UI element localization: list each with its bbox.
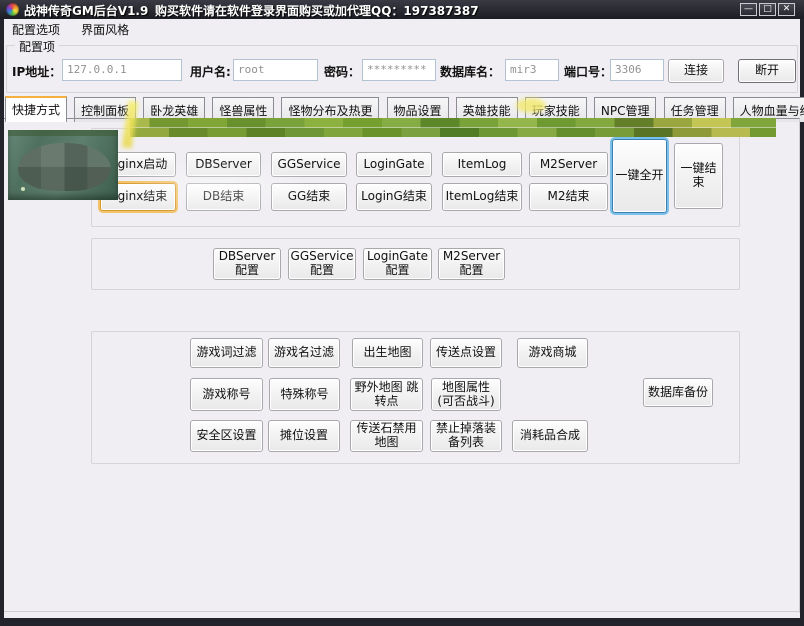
tab-bar: 快捷方式 控制面板 卧龙英雄 怪兽属性 怪物分布及热更 物品设置 英雄技能 玩家…	[5, 96, 804, 118]
m2server-start-button[interactable]: M2Server	[529, 152, 608, 177]
word-filter-button[interactable]: 游戏词过滤	[190, 338, 263, 368]
watermark-smudge	[516, 98, 546, 113]
client-area: 配置选项 界面风格 配置项 IP地址： 127.0.0.1 用户名: root …	[4, 19, 800, 618]
one-key-start-button[interactable]: 一键全开	[612, 139, 667, 213]
watermark-mosaic-strip	[130, 118, 776, 137]
loging-stop-button[interactable]: LoginG结束	[356, 183, 432, 211]
close-icon[interactable]: ✕	[778, 3, 795, 16]
password-field[interactable]: *********	[362, 59, 436, 81]
m2server-config-button[interactable]: M2Server 配置	[438, 248, 505, 280]
title-notice: 购买软件请在软件登录界面购买或加代理QQ：197387387	[155, 2, 479, 19]
db-stop-button[interactable]: DB结束	[186, 183, 261, 211]
one-key-stop-button[interactable]: 一键结束	[674, 143, 723, 209]
stall-settings-button[interactable]: 摊位设置	[268, 420, 340, 452]
menu-config-options[interactable]: 配置选项	[4, 19, 68, 38]
port-label: 端口号：	[564, 63, 612, 80]
username-field[interactable]: root	[233, 59, 318, 81]
title-bar: 战神传奇GM后台V1.9 购买软件请在软件登录界面购买或加代理QQ：197387…	[0, 0, 804, 19]
ggservice-start-button[interactable]: GGService	[271, 152, 347, 177]
itemlog-start-button[interactable]: ItemLog	[442, 152, 522, 177]
connect-button[interactable]: 连接	[668, 59, 724, 83]
teleport-stone-ban-button[interactable]: 传送石禁用地图	[350, 420, 423, 452]
itemlog-stop-button[interactable]: ItemLog结束	[442, 183, 522, 211]
photo-highlight-dot	[21, 187, 25, 191]
wild-map-jump-button[interactable]: 野外地图 跳转点	[350, 378, 423, 411]
app-icon	[6, 3, 19, 16]
gg-stop-button[interactable]: GG结束	[271, 183, 347, 211]
game-title-button[interactable]: 游戏称号	[190, 378, 263, 411]
password-label: 密码：	[324, 63, 360, 80]
username-label: 用户名:	[190, 63, 231, 80]
dbserver-start-button[interactable]: DBServer	[186, 152, 261, 177]
dbserver-config-button[interactable]: DBServer 配置	[213, 248, 281, 280]
app-window: 战神传奇GM后台V1.9 购买软件请在软件登录界面购买或加代理QQ：197387…	[0, 0, 804, 626]
config-group-caption: 配置项	[15, 38, 59, 55]
birth-map-button[interactable]: 出生地图	[352, 338, 423, 368]
teleport-settings-button[interactable]: 传送点设置	[430, 338, 502, 368]
status-bar	[4, 611, 800, 619]
minimize-icon[interactable]: —	[740, 3, 757, 16]
ip-field[interactable]: 127.0.0.1	[62, 59, 182, 81]
no-drop-equip-button[interactable]: 禁止掉落装备列表	[430, 420, 502, 452]
game-mall-button[interactable]: 游戏商城	[517, 338, 588, 368]
logingate-start-button[interactable]: LoginGate	[356, 152, 432, 177]
ggservice-config-button[interactable]: GGService 配置	[288, 248, 356, 280]
tab-shortcuts[interactable]: 快捷方式	[5, 96, 67, 122]
menu-bar: 配置选项 界面风格	[4, 19, 800, 38]
m2-stop-button[interactable]: M2结束	[529, 183, 608, 211]
database-field[interactable]: mir3	[505, 59, 559, 81]
consumable-craft-button[interactable]: 消耗品合成	[512, 420, 588, 452]
ip-label: IP地址：	[12, 63, 61, 80]
port-field[interactable]: 3306	[610, 59, 664, 81]
menu-ui-style[interactable]: 界面风格	[73, 19, 137, 38]
safe-zone-button[interactable]: 安全区设置	[190, 420, 263, 452]
maximize-icon[interactable]: □	[759, 3, 776, 16]
watermark-photo-thumbnail	[8, 130, 118, 200]
database-label: 数据库名：	[440, 63, 500, 80]
special-title-button[interactable]: 特殊称号	[269, 378, 340, 411]
database-backup-button[interactable]: 数据库备份	[643, 378, 713, 407]
window-title: 战神传奇GM后台V1.9	[24, 2, 148, 19]
map-attributes-button[interactable]: 地图属性(可否战斗)	[431, 378, 501, 411]
name-filter-button[interactable]: 游戏名过滤	[268, 338, 340, 368]
logingate-config-button[interactable]: LoginGate 配置	[363, 248, 432, 280]
pixelated-blur-blob	[18, 143, 111, 191]
disconnect-button[interactable]: 断开	[738, 59, 796, 83]
